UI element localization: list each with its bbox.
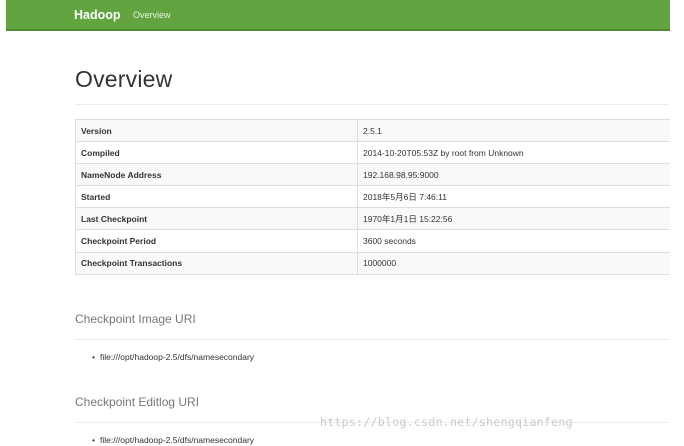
list-item: file:///opt/hadoop-2.5/dfs/namesecondary <box>92 435 254 445</box>
table-row: Last Checkpoint 1970年1月1日 15:22:56 <box>75 207 670 231</box>
checkpoint-editlog-list: file:///opt/hadoop-2.5/dfs/namesecondary <box>92 435 254 445</box>
table-row: Checkpoint Period 3600 seconds <box>75 229 670 253</box>
row-key: Version <box>75 118 358 143</box>
table-row: Compiled 2014-10-20T05:53Z by root from … <box>75 141 670 165</box>
row-value: 1000000 <box>357 251 670 275</box>
top-navbar: Hadoop Overview <box>6 0 670 31</box>
row-key: Started <box>75 185 358 209</box>
table-row: Checkpoint Transactions 1000000 <box>75 251 670 275</box>
page-title: Overview <box>75 66 173 92</box>
row-value: 1970年1月1日 15:22:56 <box>357 207 670 231</box>
row-key: NameNode Address <box>75 163 358 187</box>
nav-link-overview[interactable]: Overview <box>133 10 171 20</box>
watermark-text: https://blog.csdn.net/shengqianfeng <box>320 415 573 429</box>
list-item: file:///opt/hadoop-2.5/dfs/namesecondary <box>92 352 254 362</box>
row-key: Last Checkpoint <box>75 207 358 231</box>
table-row: Started 2018年5月6日 7:46:11 <box>75 185 670 209</box>
row-value: 2018年5月6日 7:46:11 <box>357 185 670 209</box>
checkpoint-image-list: file:///opt/hadoop-2.5/dfs/namesecondary <box>92 352 254 362</box>
row-value: 2014-10-20T05:53Z by root from Unknown <box>357 141 670 165</box>
page: Hadoop Overview Overview Version 2.5.1 C… <box>0 0 684 446</box>
row-value: 2.5.1 <box>357 118 670 143</box>
section-divider <box>75 339 669 340</box>
overview-table: Version 2.5.1 Compiled 2014-10-20T05:53Z… <box>75 118 670 275</box>
row-key: Checkpoint Period <box>75 229 358 253</box>
title-divider <box>75 104 669 105</box>
row-value: 192.168.98.95:9000 <box>357 163 670 187</box>
checkpoint-image-heading: Checkpoint Image URI <box>75 312 196 326</box>
row-value: 3600 seconds <box>357 229 670 253</box>
row-key: Checkpoint Transactions <box>75 251 358 275</box>
row-key: Compiled <box>75 141 358 165</box>
table-row: NameNode Address 192.168.98.95:9000 <box>75 163 670 187</box>
table-row: Version 2.5.1 <box>75 118 670 143</box>
brand-link[interactable]: Hadoop <box>74 8 121 22</box>
checkpoint-editlog-heading: Checkpoint Editlog URI <box>75 395 200 409</box>
